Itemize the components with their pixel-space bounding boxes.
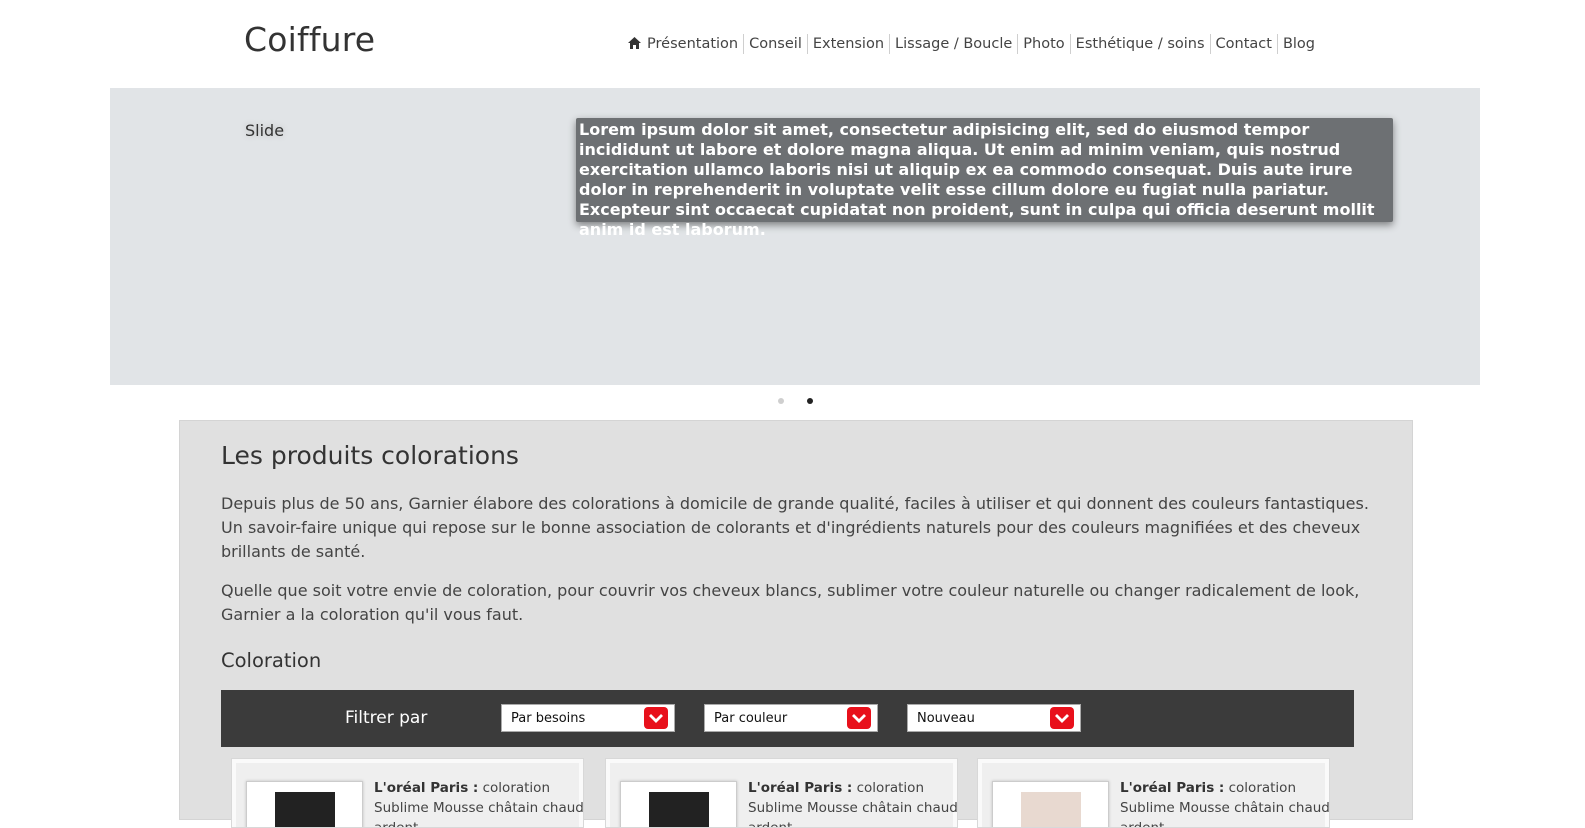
intro-paragraph: Depuis plus de 50 ans, Garnier élabore d… <box>221 494 1369 561</box>
product-card-inner: L'oréal Paris : coloration Sublime Mouss… <box>610 763 957 827</box>
section-title: Coloration <box>221 649 322 672</box>
product-brand: L'oréal Paris : <box>374 780 479 796</box>
nav-item-presentation[interactable]: Présentation <box>623 34 743 54</box>
nav-item-conseil[interactable]: Conseil <box>743 34 807 54</box>
product-card[interactable]: L'oréal Paris : coloration Sublime Mouss… <box>605 758 958 828</box>
product-card[interactable]: L'oréal Paris : coloration Sublime Mouss… <box>231 758 584 828</box>
main-nav: Présentation Conseil Extension Lissage /… <box>623 34 1320 54</box>
product-box <box>1021 792 1081 827</box>
product-description: L'oréal Paris : coloration Sublime Mouss… <box>374 778 583 827</box>
slide-caption: Lorem ipsum dolor sit amet, consectetur … <box>576 118 1393 239</box>
site-header: Coiffure Présentation Conseil Extension … <box>0 0 1585 88</box>
product-image[interactable] <box>246 781 363 827</box>
nav-item-contact[interactable]: Contact <box>1209 34 1277 54</box>
product-brand: L'oréal Paris : <box>1120 780 1225 796</box>
select-value: Nouveau <box>917 711 975 726</box>
secondary-paragraph: Quelle que soit votre envie de coloratio… <box>221 581 1360 624</box>
filter-select-nouveau[interactable]: Nouveau <box>907 704 1081 732</box>
product-card[interactable]: L'oréal Paris : coloration Sublime Mouss… <box>977 758 1330 828</box>
page-title: Les produits colorations <box>221 441 519 470</box>
slider-dot-1[interactable] <box>778 398 784 404</box>
slider-pagination <box>0 398 1585 408</box>
chevron-down-icon[interactable] <box>847 707 871 729</box>
chevron-down-icon[interactable] <box>1050 707 1074 729</box>
product-description: L'oréal Paris : coloration Sublime Mouss… <box>748 778 957 827</box>
main-content: Les produits colorations Depuis plus de … <box>179 420 1413 828</box>
product-box <box>649 792 709 827</box>
select-value: Par besoins <box>511 711 586 726</box>
nav-item-extension[interactable]: Extension <box>806 34 889 54</box>
slide-label: Slide <box>245 121 285 140</box>
nav-item-blog[interactable]: Blog <box>1276 34 1320 54</box>
product-image[interactable] <box>992 781 1109 827</box>
product-card-inner: L'oréal Paris : coloration Sublime Mouss… <box>236 763 583 827</box>
home-icon <box>628 37 642 49</box>
product-image[interactable] <box>620 781 737 827</box>
product-description: L'oréal Paris : coloration Sublime Mouss… <box>1120 778 1329 827</box>
select-value: Par couleur <box>714 711 788 726</box>
product-box <box>275 792 335 827</box>
filter-select-couleur[interactable]: Par couleur <box>704 704 878 732</box>
nav-item-esthetique[interactable]: Esthétique / soins <box>1069 34 1210 54</box>
nav-item-label: Présentation <box>647 36 739 52</box>
nav-item-photo[interactable]: Photo <box>1017 34 1069 54</box>
filter-bar: Filtrer par Par besoins Par couleur Nouv… <box>221 690 1354 747</box>
filter-select-besoins[interactable]: Par besoins <box>501 704 675 732</box>
site-logo[interactable]: Coiffure <box>244 20 375 59</box>
product-card-inner: L'oréal Paris : coloration Sublime Mouss… <box>982 763 1329 827</box>
filter-label: Filtrer par <box>345 708 428 728</box>
hero-slider[interactable]: Slide Lorem ipsum dolor sit amet, consec… <box>110 88 1480 385</box>
product-brand: L'oréal Paris : <box>748 780 853 796</box>
nav-item-lissage[interactable]: Lissage / Boucle <box>889 34 1017 54</box>
chevron-down-icon[interactable] <box>644 707 668 729</box>
slider-dot-2-active[interactable] <box>807 398 813 404</box>
